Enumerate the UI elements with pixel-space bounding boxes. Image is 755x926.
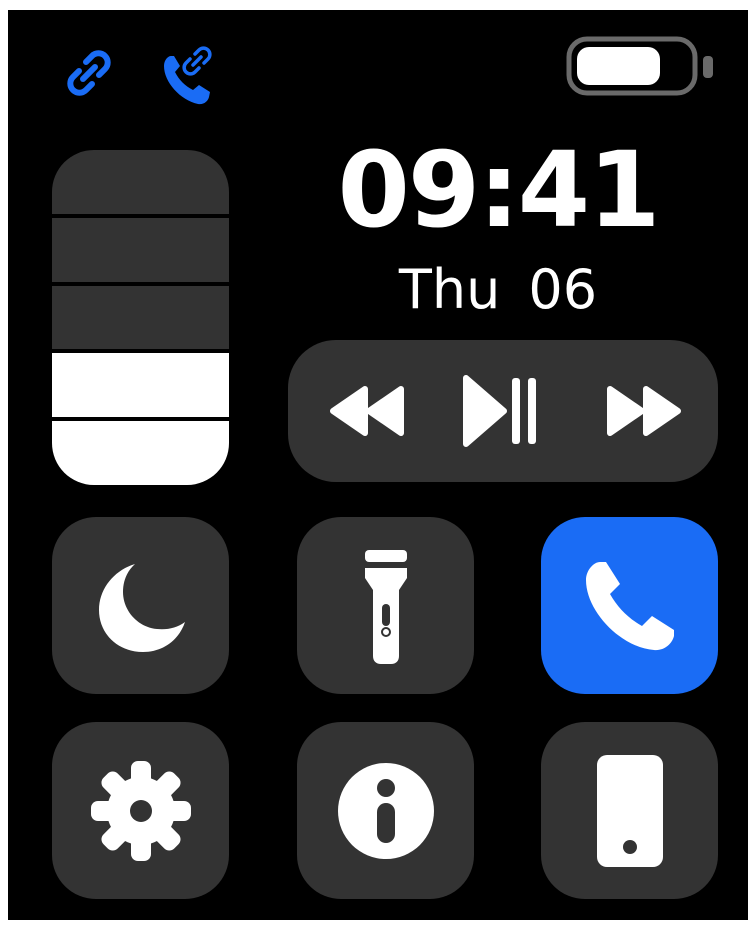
mobile-device-icon xyxy=(596,754,663,867)
find-phone-tile[interactable] xyxy=(541,722,718,899)
gear-icon xyxy=(90,760,191,861)
brightness-segment[interactable] xyxy=(52,421,229,485)
play-pause-button[interactable] xyxy=(453,340,553,482)
watch-screen: 09:41 Thu 06 xyxy=(8,10,748,920)
brightness-slider[interactable] xyxy=(52,150,229,485)
battery-level xyxy=(577,47,660,85)
brightness-segment[interactable] xyxy=(52,217,229,282)
clock-day: Thu xyxy=(398,258,501,321)
brightness-segment[interactable] xyxy=(52,285,229,350)
phone-tile[interactable] xyxy=(541,517,718,694)
media-controls xyxy=(288,340,718,482)
brightness-segment[interactable] xyxy=(52,150,229,214)
link-icon xyxy=(64,48,114,98)
moon-icon xyxy=(98,563,185,652)
clock-time: 09:41 xyxy=(337,129,660,251)
call-link-icon xyxy=(160,42,220,106)
settings-tile[interactable] xyxy=(52,722,229,899)
battery-icon xyxy=(566,36,718,96)
fast-forward-button[interactable] xyxy=(593,340,693,482)
clock-date: Thu 06 xyxy=(328,258,668,322)
flashlight-tile[interactable] xyxy=(297,517,474,694)
info-icon xyxy=(337,762,434,859)
clock-day-number: 06 xyxy=(528,258,598,321)
rewind-button[interactable] xyxy=(318,340,418,482)
flashlight-icon xyxy=(364,549,407,664)
play-pause-icon xyxy=(463,375,536,447)
do-not-disturb-tile[interactable] xyxy=(52,517,229,694)
fast-forward-icon xyxy=(607,386,681,436)
info-tile[interactable] xyxy=(297,722,474,899)
phone-icon xyxy=(585,561,674,650)
brightness-segment[interactable] xyxy=(52,353,229,418)
rewind-icon xyxy=(330,386,404,436)
